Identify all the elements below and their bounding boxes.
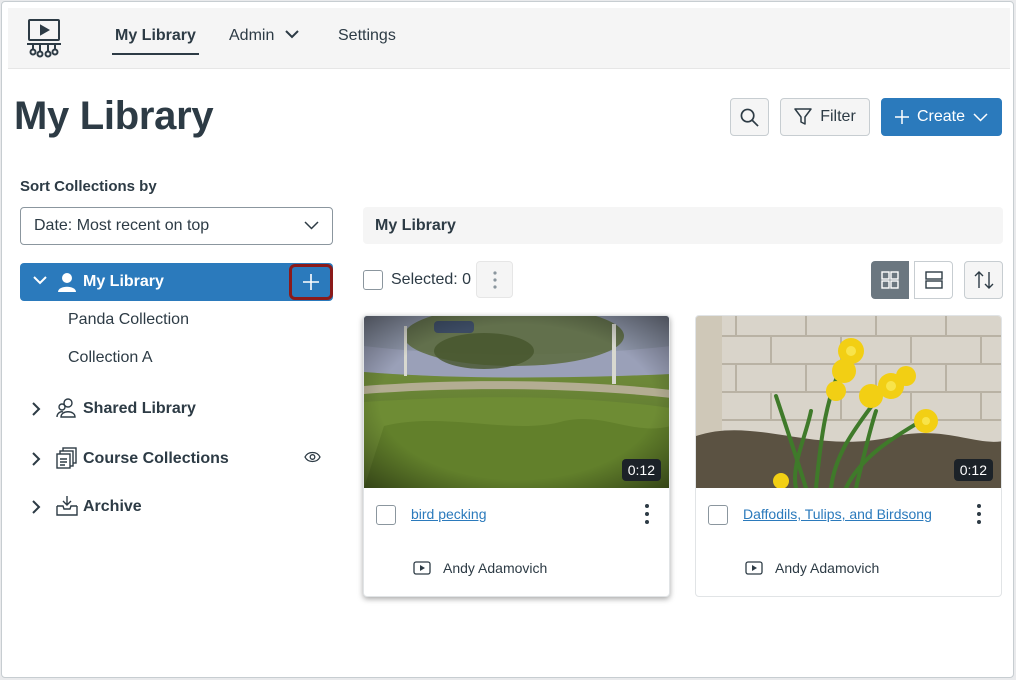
eye-icon[interactable] (304, 451, 321, 463)
chevron-right-icon (32, 402, 41, 416)
chevron-right-icon (32, 452, 41, 466)
video-icon (413, 561, 431, 575)
tree-item-panda-collection[interactable]: Panda Collection (68, 311, 189, 329)
list-view-button[interactable] (914, 261, 953, 299)
tree-item-collection-a[interactable]: Collection A (68, 349, 153, 367)
tree-item-label: Course Collections (83, 450, 229, 467)
shared-users-icon (56, 398, 76, 418)
chevron-down-icon (33, 276, 47, 285)
grid-icon (881, 271, 899, 289)
media-library-logo-icon (27, 19, 61, 58)
sort-arrows-icon (974, 271, 993, 289)
search-button[interactable] (730, 98, 769, 136)
list-icon (924, 271, 943, 289)
archive-icon (56, 496, 78, 516)
media-title-link[interactable]: bird pecking (411, 506, 487, 522)
sort-collections-select[interactable]: Date: Most recent on top (20, 207, 333, 245)
media-title-link[interactable]: Daffodils, Tulips, and Birdsong (743, 506, 932, 522)
tree-item-label: Archive (83, 498, 142, 515)
card-checkbox[interactable] (376, 505, 396, 525)
filter-label: Filter (820, 108, 856, 125)
video-icon (745, 561, 763, 575)
more-vertical-icon[interactable] (645, 504, 649, 524)
create-label: Create (916, 108, 966, 125)
plus-icon (303, 274, 319, 290)
chevron-down-icon (304, 221, 319, 230)
nav-settings[interactable]: Settings (338, 27, 396, 57)
filter-icon (794, 108, 812, 125)
media-owner: Andy Adamovich (443, 560, 548, 576)
bulk-actions-button[interactable] (476, 261, 513, 298)
duration-badge: 0:12 (621, 459, 661, 481)
media-card[interactable]: 0:12 bird pecking Andy Adamovich (363, 315, 670, 597)
tree-item-my-library[interactable]: My Library (20, 263, 333, 301)
breadcrumb: My Library (363, 207, 1003, 244)
create-button[interactable]: Create (881, 98, 1002, 136)
top-navigation-bar: My Library Admin Settings (8, 8, 1010, 69)
tree-item-label: My Library (83, 273, 164, 290)
card-checkbox[interactable] (708, 505, 728, 525)
page-title: My Library (14, 94, 214, 138)
chevron-right-icon (32, 500, 41, 514)
search-icon (740, 108, 759, 127)
nav-my-library[interactable]: My Library (112, 27, 199, 55)
plus-icon (894, 110, 909, 124)
course-collections-icon (56, 447, 77, 469)
nav-my-library-label: My Library (115, 27, 196, 44)
filter-button[interactable]: Filter (780, 98, 870, 136)
sort-select-value: Date: Most recent on top (34, 217, 210, 234)
media-owner: Andy Adamovich (775, 560, 880, 576)
add-collection-button[interactable] (289, 264, 333, 300)
more-vertical-icon (492, 270, 497, 289)
media-card[interactable]: 0:12 Daffodils, Tulips, and Birdsong And… (695, 315, 1002, 597)
chevron-down-icon (973, 112, 988, 122)
nav-admin[interactable]: Admin (229, 27, 299, 57)
user-icon (58, 273, 76, 292)
app-window: My Library Admin Settings My Library Fil… (1, 1, 1014, 678)
grid-view-button[interactable] (871, 261, 909, 299)
nav-admin-label: Admin (229, 27, 275, 44)
more-vertical-icon[interactable] (977, 504, 981, 524)
sort-order-button[interactable] (964, 261, 1003, 299)
sort-collections-label: Sort Collections by (20, 178, 157, 195)
tree-item-label: Shared Library (83, 400, 196, 417)
chevron-down-icon (285, 30, 299, 39)
select-all-checkbox[interactable] (363, 270, 383, 290)
duration-badge: 0:12 (953, 459, 993, 481)
nav-settings-label: Settings (338, 27, 396, 44)
selected-count: Selected: 0 (391, 271, 472, 288)
